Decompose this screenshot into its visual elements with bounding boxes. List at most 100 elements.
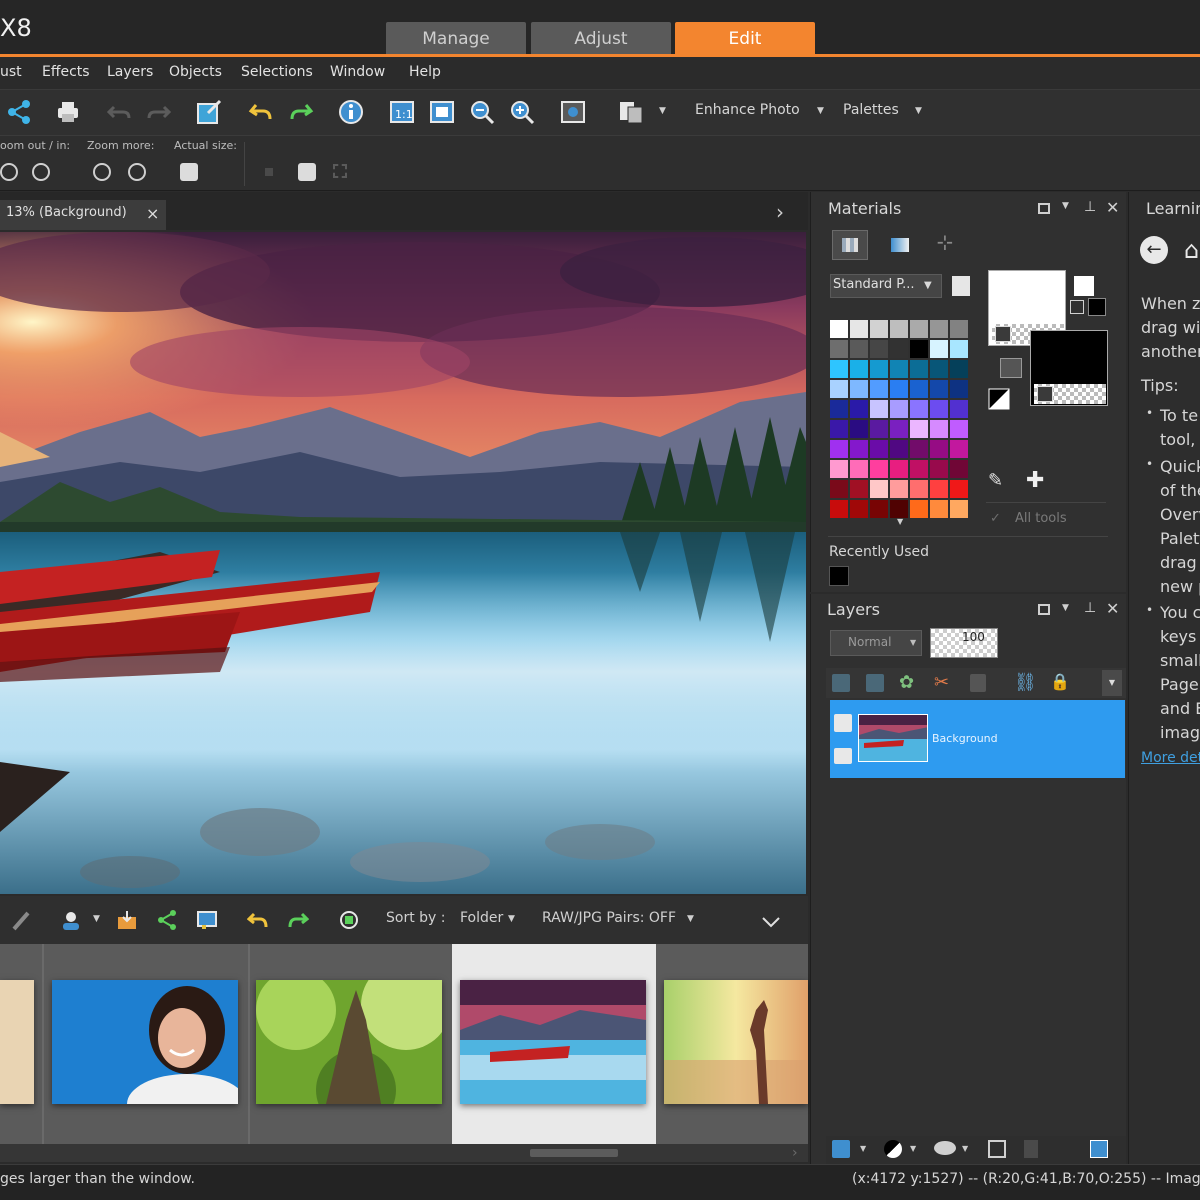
swatch[interactable] <box>890 400 908 418</box>
swatch[interactable] <box>950 480 968 498</box>
slideshow-icon[interactable] <box>196 909 218 931</box>
swatch[interactable] <box>950 460 968 478</box>
swatch[interactable] <box>830 360 848 378</box>
swatch[interactable] <box>870 480 888 498</box>
scroll-right-icon[interactable]: › <box>792 1145 798 1161</box>
swatch[interactable] <box>850 460 868 478</box>
palette-options-icon[interactable] <box>952 276 970 296</box>
swatch[interactable] <box>830 420 848 438</box>
back-arrow-icon[interactable]: ← <box>1140 236 1168 264</box>
swatch[interactable] <box>930 400 948 418</box>
enhance-photo-dropdown-icon[interactable]: ▼ <box>817 106 824 116</box>
swatch[interactable] <box>850 440 868 458</box>
swatch[interactable] <box>870 320 888 338</box>
swatch[interactable] <box>890 500 908 518</box>
menu-effects[interactable]: Effects <box>42 64 90 80</box>
swatch[interactable] <box>890 340 908 358</box>
enhance-photo-button[interactable]: Enhance Photo <box>695 102 800 118</box>
brush-icon[interactable] <box>10 909 32 931</box>
swatch[interactable] <box>850 360 868 378</box>
swatch[interactable] <box>890 420 908 438</box>
thumbnail-portrait[interactable] <box>52 980 238 1104</box>
swatch[interactable] <box>850 380 868 398</box>
screen-capture-icon[interactable] <box>560 99 586 125</box>
rotate-right-organizer-icon[interactable] <box>287 909 309 931</box>
swatch[interactable] <box>910 500 928 518</box>
rotate-left-organizer-icon[interactable] <box>247 909 269 931</box>
swatches-tab[interactable] <box>832 230 868 260</box>
eyedropper-icon[interactable]: ✎ <box>988 470 1003 491</box>
layer-visibility-icon[interactable] <box>834 714 852 732</box>
swatch[interactable] <box>910 480 928 498</box>
swatch[interactable] <box>910 340 928 358</box>
raw-jpg-dropdown-icon[interactable]: ▼ <box>687 914 694 924</box>
swatch[interactable] <box>830 460 848 478</box>
mask-dropdown-icon[interactable]: ▼ <box>962 1144 968 1153</box>
recent-color-swatch[interactable] <box>829 566 849 586</box>
raw-jpg-pairs-toggle[interactable]: RAW/JPG Pairs: OFF <box>542 910 676 926</box>
thumbnail-beach[interactable] <box>664 980 808 1104</box>
swatch[interactable] <box>950 380 968 398</box>
refresh-icon[interactable] <box>338 909 360 931</box>
link-icon[interactable]: ⛓ <box>1014 672 1037 693</box>
swatch[interactable] <box>910 400 928 418</box>
palette-menu-icon[interactable]: ▼ <box>1062 603 1069 613</box>
fit-option-button[interactable] <box>298 163 316 181</box>
person-dropdown-icon[interactable]: ▼ <box>93 914 100 924</box>
swatch[interactable] <box>870 500 888 518</box>
zoom-in-button[interactable] <box>32 163 50 181</box>
swatch[interactable] <box>950 500 968 518</box>
duplicate-layer-icon[interactable] <box>970 674 986 692</box>
swatch[interactable] <box>890 480 908 498</box>
menu-adjust[interactable]: ust <box>0 64 22 80</box>
home-icon[interactable]: ⌂ <box>1184 236 1199 264</box>
print-icon[interactable] <box>55 99 81 125</box>
swatch[interactable] <box>930 460 948 478</box>
swatch[interactable] <box>850 340 868 358</box>
swatch[interactable] <box>870 440 888 458</box>
zoom-out-icon[interactable] <box>469 99 495 125</box>
swatch[interactable] <box>890 360 908 378</box>
thumbnail-scroll-thumb[interactable] <box>530 1149 618 1157</box>
share-icon[interactable] <box>6 99 32 125</box>
new-vector-layer-icon[interactable] <box>866 674 884 692</box>
thumbnail-sand[interactable] <box>0 980 34 1104</box>
thumbnail-scrollbar[interactable] <box>0 1144 808 1162</box>
zoom-in-icon[interactable] <box>509 99 535 125</box>
swatch[interactable] <box>950 360 968 378</box>
small-background-swatch[interactable] <box>1088 298 1106 316</box>
swatch[interactable] <box>930 360 948 378</box>
mask-icon[interactable]: ✂ <box>934 672 949 693</box>
image-canvas[interactable] <box>0 232 806 894</box>
rotate-right-icon[interactable] <box>288 99 314 125</box>
swatch[interactable] <box>830 400 848 418</box>
menu-objects[interactable]: Objects <box>169 64 222 80</box>
swatch[interactable] <box>850 320 868 338</box>
swatch[interactable] <box>870 420 888 438</box>
tab-adjust[interactable]: Adjust <box>531 22 671 56</box>
adjustment-dropdown-icon[interactable]: ▼ <box>910 1144 916 1153</box>
swatch[interactable] <box>890 320 908 338</box>
swatch[interactable] <box>950 340 968 358</box>
new-layer-icon[interactable] <box>832 1140 850 1158</box>
new-raster-layer-icon[interactable] <box>832 674 850 692</box>
swatch-more-icon[interactable]: ▼ <box>897 517 903 526</box>
new-adjustment-layer-icon[interactable]: ✿ <box>899 672 914 693</box>
undo-icon[interactable] <box>106 99 132 125</box>
info-icon[interactable] <box>338 99 364 125</box>
swatch[interactable] <box>830 480 848 498</box>
mask-layer-icon[interactable] <box>934 1141 956 1155</box>
swatch[interactable] <box>910 360 928 378</box>
swatch[interactable] <box>830 440 848 458</box>
swatch[interactable] <box>890 440 908 458</box>
import-icon[interactable] <box>116 909 138 931</box>
zoom-more-in-button[interactable] <box>128 163 146 181</box>
lock-icon[interactable]: 🔒 <box>1050 672 1070 691</box>
actual-size-icon[interactable]: 1:1 <box>389 99 415 125</box>
actual-size-button[interactable] <box>180 163 198 181</box>
swatch[interactable] <box>950 400 968 418</box>
tab-manage[interactable]: Manage <box>386 22 526 56</box>
thumbnail-lake[interactable] <box>460 980 646 1104</box>
thumbnail-tree[interactable] <box>256 980 442 1104</box>
close-icon[interactable]: × <box>146 204 159 223</box>
